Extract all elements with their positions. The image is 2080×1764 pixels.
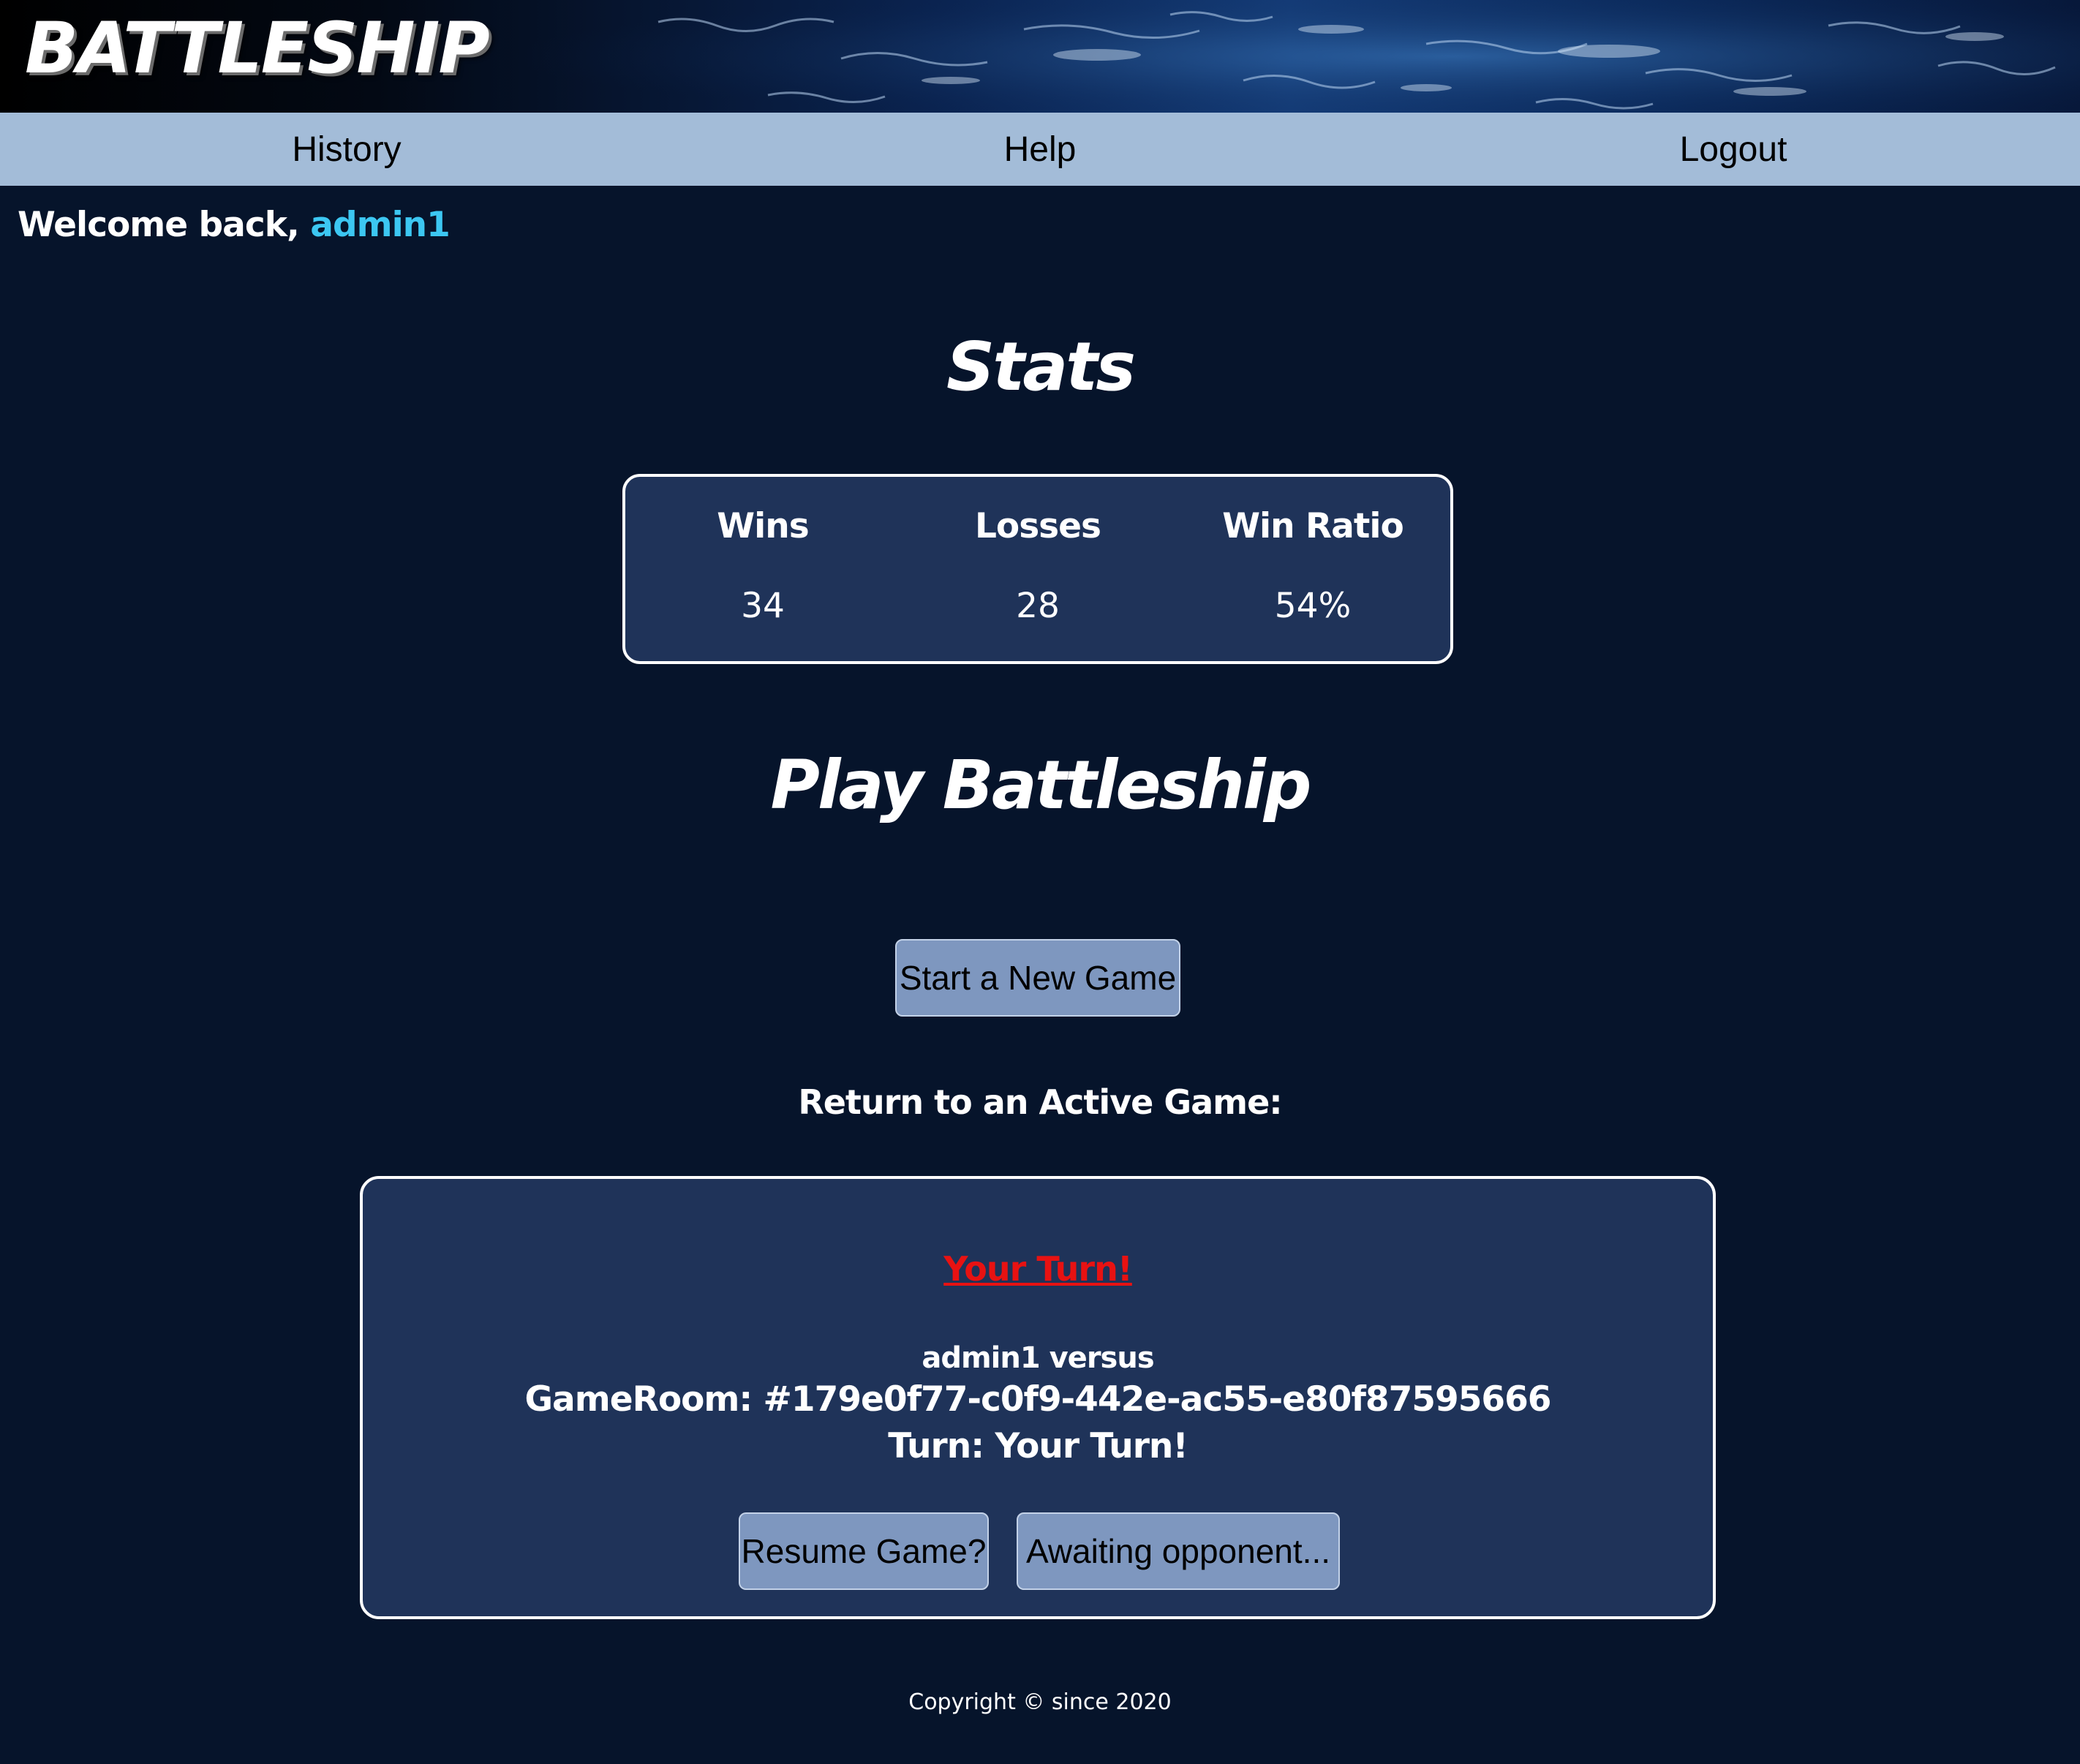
wins-label: Wins: [717, 506, 809, 546]
nav-history-link[interactable]: History: [0, 129, 693, 170]
nav-logout-link[interactable]: Logout: [1387, 129, 2080, 170]
header-banner: BATTLESHIP: [0, 0, 2080, 113]
return-active-game-label: Return to an Active Game:: [798, 1082, 1282, 1122]
stats-heading: Stats: [946, 328, 1136, 406]
nav-help-link[interactable]: Help: [693, 129, 1387, 170]
battleship-logo: BATTLESHIP: [25, 7, 490, 89]
nav-bar: History Help Logout: [0, 113, 2080, 186]
play-heading: Play Battleship: [770, 746, 1312, 824]
awaiting-opponent-button[interactable]: Awaiting opponent...: [1017, 1512, 1340, 1590]
game-room-id: GameRoom: #179e0f77-c0f9-442e-ac55-e80f8…: [524, 1379, 1551, 1420]
losses-value: 28: [1016, 586, 1060, 626]
game-turn-status: Turn: Your Turn!: [888, 1426, 1188, 1466]
welcome-message: Welcome back, admin1: [18, 205, 451, 245]
wins-value: 34: [741, 586, 785, 626]
stat-wins: Wins 34: [625, 477, 900, 661]
win-ratio-value: 54%: [1274, 586, 1352, 626]
your-turn-link[interactable]: Your Turn!: [363, 1249, 1713, 1289]
stat-losses: Losses 28: [900, 477, 1175, 661]
stats-panel: Wins 34 Losses 28 Win Ratio 54%: [622, 474, 1453, 664]
losses-label: Losses: [974, 506, 1101, 546]
game-versus-text: admin1 versus: [922, 1341, 1154, 1375]
footer-copyright: Copyright © since 2020: [908, 1689, 1172, 1715]
win-ratio-label: Win Ratio: [1222, 506, 1404, 546]
start-new-game-button[interactable]: Start a New Game: [895, 939, 1180, 1017]
resume-game-button[interactable]: Resume Game?: [739, 1512, 989, 1590]
active-game-card: Your Turn! admin1 versus GameRoom: #179e…: [360, 1176, 1716, 1619]
stat-win-ratio: Win Ratio 54%: [1175, 477, 1450, 661]
welcome-username: admin1: [310, 205, 451, 245]
welcome-prefix: Welcome back,: [18, 205, 300, 245]
